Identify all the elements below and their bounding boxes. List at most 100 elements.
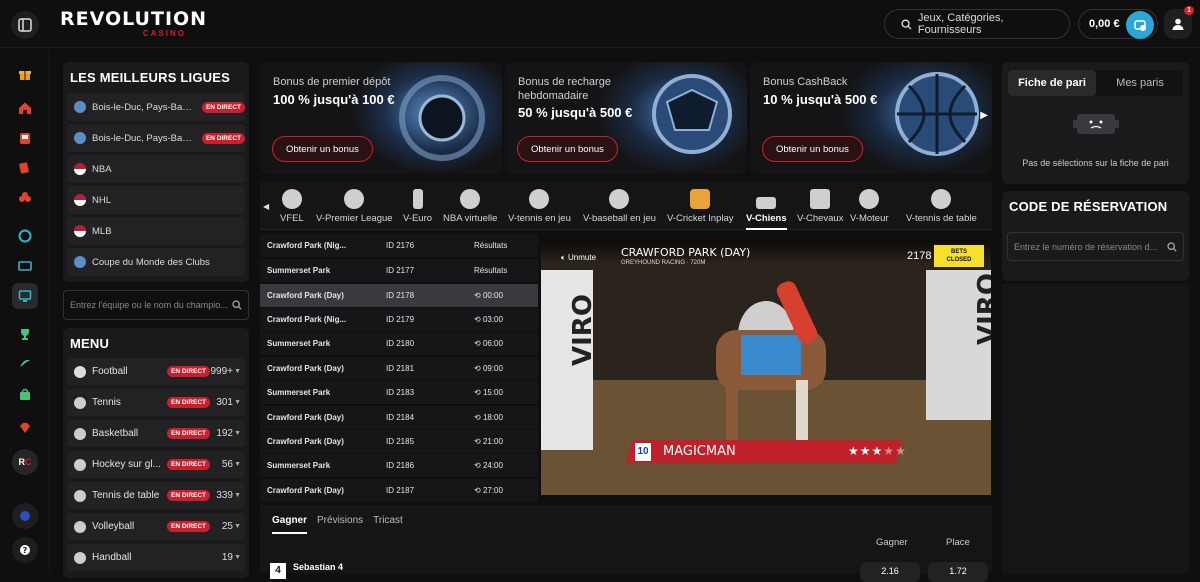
sport-item-handball[interactable]: Handball 19 ▼ xyxy=(67,544,245,571)
brand-logo[interactable]: REVOLUTION CASINO xyxy=(60,8,206,40)
race-row-selected[interactable]: Crawford Park (Day) ID 2178 ⟲ 00:00 xyxy=(260,284,538,307)
sport-item-basketball[interactable]: Basketball EN DIRECT 192 ▼ xyxy=(67,420,245,447)
greyhound-icon xyxy=(756,197,777,209)
team-search-input[interactable]: Entrez l'équipe ou le nom du champio... xyxy=(63,290,249,320)
tab-previsions[interactable]: Prévisions xyxy=(317,515,363,526)
rail-language-icon[interactable] xyxy=(12,503,38,529)
chevron-down-icon[interactable]: ▼ xyxy=(234,399,241,406)
race-row[interactable]: Crawford Park (Day) ID 2187 ⟲ 27:00 xyxy=(260,479,538,502)
promo-card-cashback: Bonus CashBack 10 % jusqu'à 500 € Obteni… xyxy=(750,62,992,174)
tab-v-baseball-en-jeu[interactable]: V-baseball en jeu xyxy=(583,182,656,230)
race-row[interactable]: Crawford Park (Nig... ID 2179 ⟲ 03:00 xyxy=(260,308,538,331)
tab-gagner[interactable]: Gagner xyxy=(272,515,308,534)
rail-shop-icon[interactable] xyxy=(12,381,38,407)
race-row[interactable]: Crawford Park (Nig... ID 2176 Résultats xyxy=(260,234,538,257)
chevron-down-icon[interactable]: ▼ xyxy=(234,492,241,499)
get-bonus-button[interactable]: Obtenir un bonus xyxy=(272,136,373,162)
rail-slots-icon[interactable] xyxy=(12,125,38,151)
sport-item-hockey[interactable]: Hockey sur gl... EN DIRECT 56 ▼ xyxy=(67,451,245,478)
get-bonus-button[interactable]: Obtenir un bonus xyxy=(517,136,618,162)
speaker-icon: 🔈︎ xyxy=(561,253,569,262)
rail-vip-icon[interactable] xyxy=(12,415,38,441)
game-search-label: Jeux, Catégories, Fournisseurs xyxy=(917,12,1004,36)
odds-win-button[interactable]: 2.16 xyxy=(860,562,920,582)
race-row[interactable]: Summerset Park ID 2186 ⟲ 24:00 xyxy=(260,454,538,477)
tab-v-tennis-de-table[interactable]: V-tennis de table xyxy=(906,182,977,230)
video-sub: GREYHOUND RACING · 720M xyxy=(621,260,706,266)
race-row[interactable]: Summerset Park ID 2183 ⟲ 15:00 xyxy=(260,381,538,404)
rail-cards-icon[interactable] xyxy=(12,155,38,181)
rail-virtual-icon[interactable] xyxy=(12,283,38,309)
trophy-icon xyxy=(412,189,423,209)
sport-item-table-tennis[interactable]: Tennis de table EN DIRECT 339 ▼ xyxy=(67,482,245,509)
ping-pong-icon xyxy=(931,189,952,209)
rail-home-icon[interactable] xyxy=(12,95,38,121)
tab-v-moteur[interactable]: V-Moteur xyxy=(850,182,889,230)
video-race-id: 2178 xyxy=(907,250,932,262)
sport-item-volleyball[interactable]: Volleyball EN DIRECT 25 ▼ xyxy=(67,513,245,540)
market-tabs: Gagner Prévisions Tricast xyxy=(260,505,992,535)
rail-help-icon[interactable]: ? xyxy=(12,537,38,563)
rail-rc-logo-icon[interactable]: RC xyxy=(12,449,38,475)
tab-tricast[interactable]: Tricast xyxy=(373,515,403,526)
user-account-button[interactable]: 1 xyxy=(1164,6,1194,39)
chevron-down-icon[interactable]: ▼ xyxy=(234,461,241,468)
tab-v-premier-league[interactable]: V-Premier League xyxy=(316,182,393,230)
sport-count: 192 xyxy=(216,428,233,439)
race-list: Crawford Park (Nig... ID 2176 Résultats Su… xyxy=(260,234,538,504)
race-video-player[interactable]: VIRO VIRO 🔈︎ Unmute CRAWFORD PARK (DAY) … xyxy=(541,240,991,495)
league-item[interactable]: Bois-le-Duc, Pays-Bas, ... EN DIRECT xyxy=(67,93,245,121)
league-item[interactable]: NBA xyxy=(67,155,245,183)
chevron-down-icon[interactable]: ▼ xyxy=(234,368,241,375)
race-row[interactable]: Summerset Park ID 2177 Résultats xyxy=(260,259,538,282)
rail-live-icon[interactable] xyxy=(12,253,38,279)
race-timer: ⟲ 24:00 xyxy=(474,461,503,470)
tab-fiche-de-pari[interactable]: Fiche de pari xyxy=(1008,70,1096,96)
rail-promo-icon[interactable] xyxy=(12,351,38,377)
chevron-down-icon[interactable]: ▼ xyxy=(234,554,241,561)
tab-vfel[interactable]: VFEL xyxy=(280,182,304,230)
unmute-button[interactable]: 🔈︎ Unmute xyxy=(561,253,596,263)
tab-v-euro[interactable]: V-Euro xyxy=(403,182,432,230)
tabs-prev-icon[interactable]: ◀ xyxy=(263,202,269,211)
race-row[interactable]: Crawford Park (Day) ID 2184 ⟲ 18:00 xyxy=(260,406,538,429)
game-search-button[interactable]: Jeux, Catégories, Fournisseurs xyxy=(884,9,1070,39)
tab-nba-virtuelle[interactable]: NBA virtuelle xyxy=(443,182,497,230)
rail-clover-icon[interactable] xyxy=(12,185,38,211)
league-item[interactable]: NHL xyxy=(67,186,245,214)
sidebar-toggle-button[interactable] xyxy=(11,11,39,39)
sport-count: 339 xyxy=(216,490,233,501)
clock-icon: ⟲ xyxy=(474,364,483,373)
rail-sports-icon[interactable] xyxy=(12,223,38,249)
race-row[interactable]: Crawford Park (Day) ID 2185 ⟲ 21:00 xyxy=(260,430,538,453)
tab-v-chevaux[interactable]: V-Chevaux xyxy=(797,182,843,230)
empty-ticket-icon xyxy=(1073,114,1119,134)
rail-gift-icon[interactable] xyxy=(12,61,38,87)
tab-v-cricket-inplay[interactable]: V-Cricket Inplay xyxy=(667,182,734,230)
star-filled-icon: ★ xyxy=(848,444,859,458)
star-empty-icon: ★ xyxy=(895,444,906,458)
league-item[interactable]: MLB xyxy=(67,217,245,245)
league-item[interactable]: Coupe du Monde des Clubs xyxy=(67,248,245,276)
search-icon xyxy=(1167,241,1177,252)
tab-v-chiens[interactable]: V-Chiens xyxy=(746,182,787,230)
tab-v-tennis-en-jeu[interactable]: V-tennis en jeu xyxy=(508,182,571,230)
sport-item-tennis[interactable]: Tennis EN DIRECT 301 ▼ xyxy=(67,389,245,416)
race-row[interactable]: Crawford Park (Day) ID 2181 ⟲ 09:00 xyxy=(260,357,538,380)
rail-trophy-icon[interactable] xyxy=(12,321,38,347)
league-item[interactable]: Bois-le-Duc, Pays-Bas, ... EN DIRECT xyxy=(67,124,245,152)
chevron-down-icon[interactable]: ▼ xyxy=(234,430,241,437)
sport-item-football[interactable]: Football EN DIRECT 999+ ▼ xyxy=(67,358,245,385)
wallet-icon[interactable] xyxy=(1126,11,1154,39)
reservation-code-input[interactable]: Entrez le numéro de réservation d... xyxy=(1007,232,1184,261)
tab-mes-paris[interactable]: Mes paris xyxy=(1096,70,1184,96)
video-venue: CRAWFORD PARK (DAY) xyxy=(621,246,751,259)
carousel-next-icon[interactable]: ▶ xyxy=(980,110,988,121)
live-badge: EN DIRECT xyxy=(167,459,211,470)
race-row[interactable]: Summerset Park ID 2180 ⟲ 06:00 xyxy=(260,332,538,355)
balance-button[interactable]: 0,00 € xyxy=(1078,9,1158,39)
chevron-down-icon[interactable]: ▼ xyxy=(234,523,241,530)
get-bonus-button[interactable]: Obtenir un bonus xyxy=(762,136,863,162)
sport-count: 301 xyxy=(216,397,233,408)
odds-place-button[interactable]: 1.72 xyxy=(928,562,988,582)
